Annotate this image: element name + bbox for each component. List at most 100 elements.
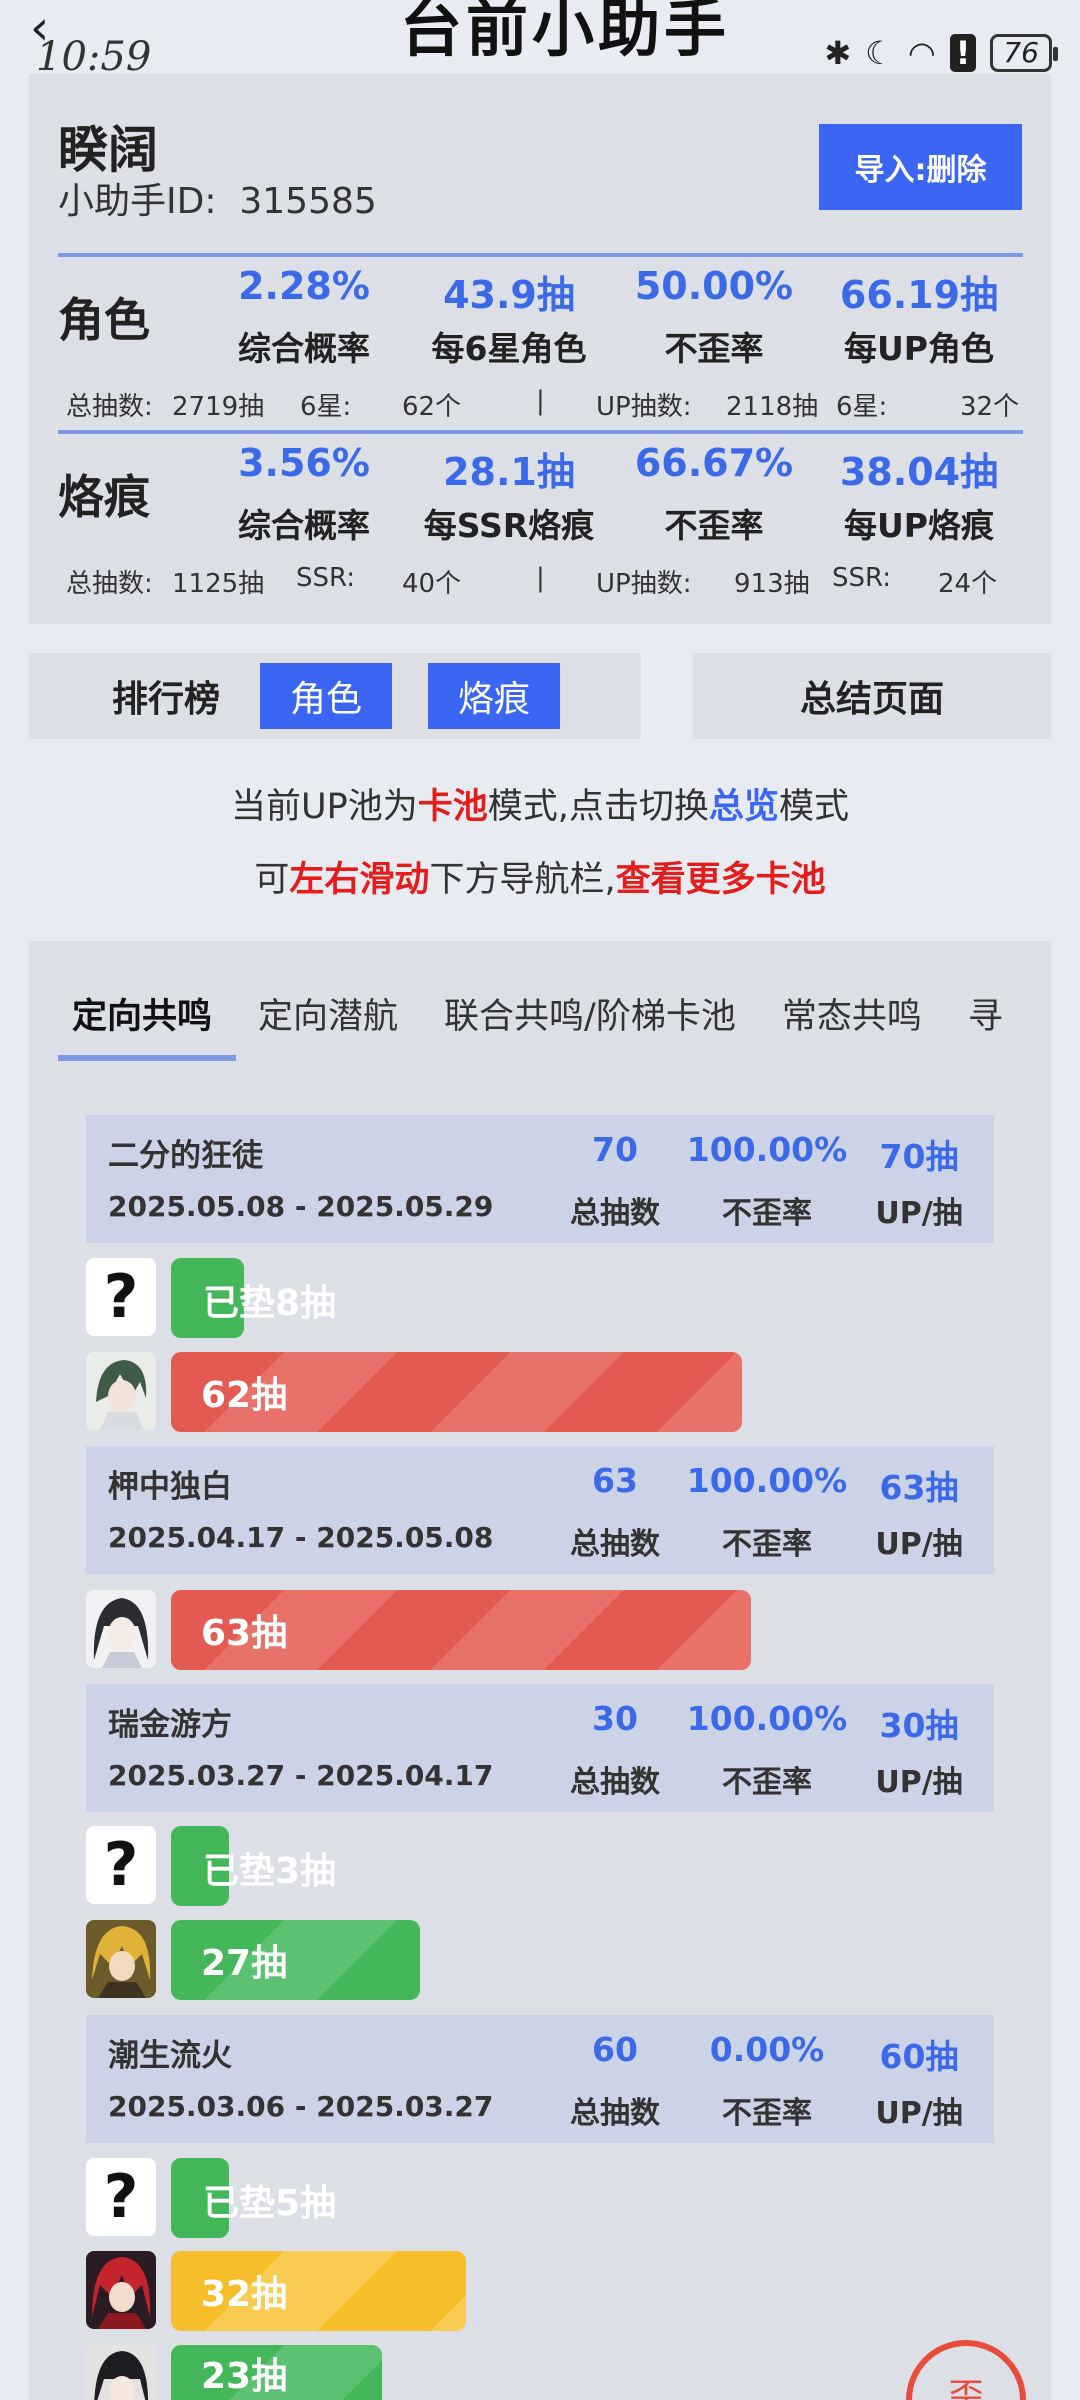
- imprint-section-label: 烙痕: [58, 470, 150, 524]
- battery-indicator: 76: [990, 34, 1058, 72]
- character-per6-value: 43.9抽: [443, 273, 575, 317]
- character-win-rate-value: 50.00%: [634, 264, 794, 308]
- character-up-star: 32个: [960, 392, 1020, 422]
- imprint-up-star-label: SSR:: [832, 563, 892, 593]
- divider: [58, 253, 1023, 257]
- unknown-avatar-icon: ?: [86, 2158, 156, 2236]
- pity-label: 已垫5抽: [203, 2183, 337, 2224]
- imprint-perssr-label: 每SSR烙痕: [423, 506, 595, 545]
- pool-total-label: 总抽数: [570, 2096, 660, 2131]
- pool-rate-value: 0.00%: [709, 2030, 825, 2069]
- status-icons: ✱ ☾ ◠ ! 76: [824, 34, 1058, 72]
- pool-rate-value: 100.00%: [686, 1699, 848, 1738]
- pool-rate-label: 不歪率: [722, 1196, 812, 1231]
- imprint-total: 1125抽: [172, 569, 265, 599]
- imprint-star-label: SSR:: [296, 563, 356, 593]
- pool-name: 潮生流火: [108, 2038, 232, 2074]
- pool-per-value: 30抽: [879, 1706, 959, 1745]
- pool-date: 2025.04.17 - 2025.05.08: [108, 1521, 494, 1554]
- pull-bar: 32抽: [171, 2251, 466, 2331]
- swipe-hint: 可左右滑动下方导航栏,查看更多卡池: [254, 860, 826, 900]
- imprint-star: 40个: [402, 569, 462, 599]
- character-avatar: [86, 2345, 156, 2400]
- pool-name: 瑞金游方: [108, 1707, 232, 1743]
- character-star: 62个: [402, 392, 462, 422]
- pool-rate-value: 100.00%: [686, 1461, 848, 1500]
- alert-icon: !: [949, 34, 977, 72]
- import-delete-button[interactable]: 导入:删除: [819, 124, 1022, 210]
- divider: [58, 430, 1023, 434]
- imprint-up-star: 24个: [938, 569, 998, 599]
- character-avatar: [86, 1920, 156, 1998]
- imprint-total-label: 总抽数:: [66, 569, 153, 599]
- user-id: 小助手ID: 315585: [58, 181, 377, 222]
- character-total-label: 总抽数:: [66, 392, 153, 422]
- pool-per-label: UP/抽: [875, 1196, 963, 1231]
- pool-date: 2025.03.06 - 2025.03.27: [108, 2090, 494, 2123]
- pool-per-value: 60抽: [879, 2037, 959, 2076]
- pool-per-value: 63抽: [879, 1468, 959, 1507]
- app-title: 台前小助手: [400, 0, 731, 65]
- pool-per-value: 70抽: [879, 1137, 959, 1176]
- ranking-imprint-button[interactable]: 烙痕: [428, 663, 560, 729]
- pool-total-label: 总抽数: [570, 1527, 660, 1562]
- tab-joint-resonance[interactable]: 联合共鸣/阶梯卡池: [444, 988, 736, 1039]
- character-section-label: 角色: [58, 293, 150, 347]
- imprint-up: 913抽: [734, 569, 810, 599]
- bluetooth-icon: ✱: [824, 34, 852, 72]
- imprint-win-rate-value: 66.67%: [634, 441, 794, 485]
- imprint-perssr-value: 28.1抽: [443, 450, 575, 494]
- summary-page-button[interactable]: 总结页面: [693, 653, 1051, 739]
- tab-standard-resonance[interactable]: 常态共鸣: [782, 988, 922, 1039]
- pool-name: 柙中独白: [108, 1469, 232, 1505]
- character-avatar: [86, 1590, 156, 1668]
- character-per6-label: 每6星角色: [431, 329, 587, 368]
- pool-name: 二分的狂徒: [108, 1138, 263, 1174]
- pull-bar: 62抽: [171, 1352, 742, 1432]
- pull-bar: 27抽: [171, 1920, 420, 2000]
- pool-total-value: 60: [592, 2030, 638, 2069]
- character-up-label: UP抽数:: [596, 392, 692, 422]
- character-up: 2118抽: [726, 392, 819, 422]
- tab-directed-dive[interactable]: 定向潜航: [258, 988, 398, 1039]
- pool-total-value: 70: [592, 1130, 638, 1169]
- pity-label: 已垫3抽: [203, 1851, 337, 1892]
- pool-total-label: 总抽数: [570, 1765, 660, 1800]
- character-perup-label: 每UP角色: [844, 329, 994, 368]
- character-total: 2719抽: [172, 392, 265, 422]
- unknown-avatar-icon: ?: [86, 1258, 156, 1336]
- imprint-up-label: UP抽数:: [596, 569, 692, 599]
- pool-rate-value: 100.00%: [686, 1130, 848, 1169]
- pool-date: 2025.03.27 - 2025.04.17: [108, 1759, 494, 1792]
- character-avatar: [86, 1352, 156, 1430]
- imprint-rate-label: 综合概率: [238, 506, 370, 545]
- imprint-perup-label: 每UP烙痕: [844, 506, 994, 545]
- character-win-rate-label: 不歪率: [664, 329, 764, 368]
- tab-more[interactable]: 寻: [968, 988, 1003, 1039]
- pool-rate-label: 不歪率: [722, 1527, 812, 1562]
- separator: |: [536, 563, 545, 593]
- imprint-win-rate-label: 不歪率: [664, 506, 764, 545]
- pool-per-label: UP/抽: [875, 1527, 963, 1562]
- character-rate-label: 综合概率: [238, 329, 370, 368]
- imprint-perup-value: 38.04抽: [839, 450, 999, 494]
- pool-tabs: 定向共鸣 定向潜航 联合共鸣/阶梯卡池 常态共鸣 寻: [72, 988, 1003, 1039]
- pool-rate-label: 不歪率: [722, 1765, 812, 1800]
- pool-total-value: 30: [592, 1699, 638, 1738]
- unknown-avatar-icon: ?: [86, 1826, 156, 1904]
- pool-total-value: 63: [592, 1461, 638, 1500]
- pool-rate-label: 不歪率: [722, 2096, 812, 2131]
- moon-icon: ☾: [865, 34, 894, 72]
- pool-per-label: UP/抽: [875, 1765, 963, 1800]
- pity-label: 已垫8抽: [203, 1283, 337, 1324]
- pool-total-label: 总抽数: [570, 1196, 660, 1231]
- ranking-character-button[interactable]: 角色: [260, 663, 392, 729]
- pool-mode-notice[interactable]: 当前UP池为卡池模式,点击切换总览模式: [0, 778, 1080, 829]
- wifi-icon: ◠: [907, 34, 936, 72]
- character-perup-value: 66.19抽: [839, 273, 999, 317]
- character-up-star-label: 6星:: [836, 392, 888, 422]
- pull-bar: 63抽: [171, 1590, 751, 1670]
- tab-directed-resonance[interactable]: 定向共鸣: [72, 988, 212, 1039]
- character-rate-value: 2.28%: [238, 264, 370, 308]
- ranking-label: 排行榜: [112, 679, 221, 720]
